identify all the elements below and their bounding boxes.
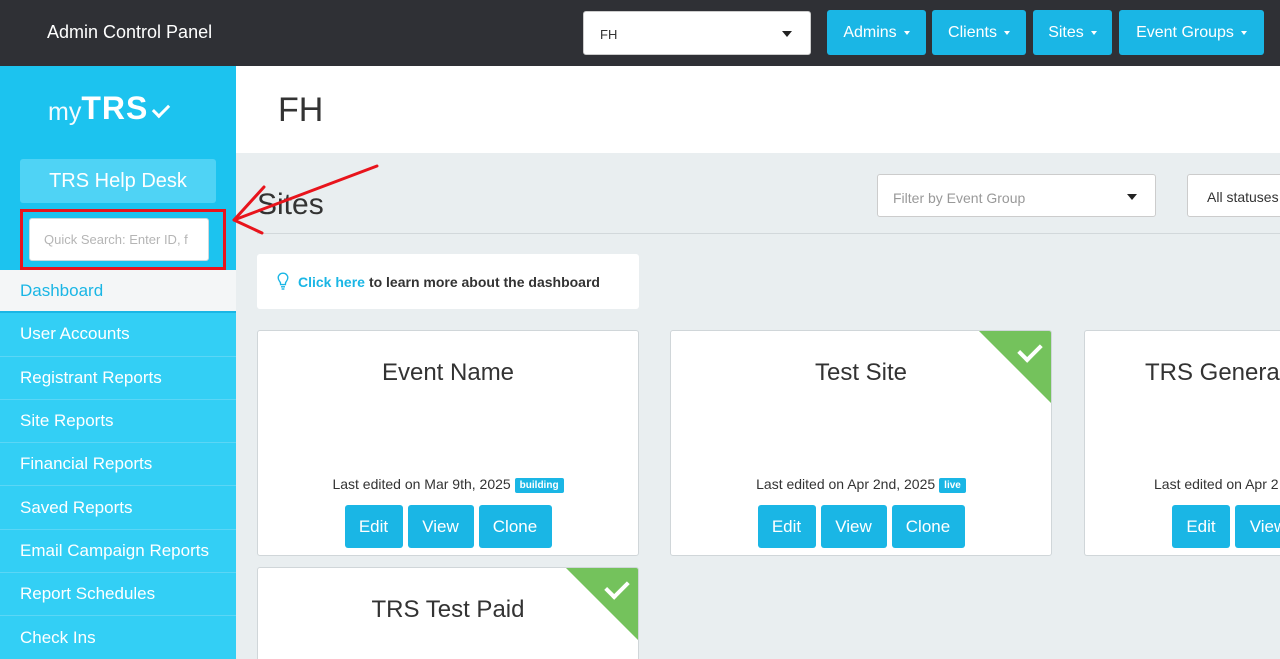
sidebar-item-report-schedules[interactable]: Report Schedules: [0, 573, 236, 617]
site-name: Event Name: [381, 359, 515, 386]
clone-button[interactable]: Clone: [478, 505, 552, 548]
caret-down-icon: [1003, 30, 1010, 35]
sites-menu-button[interactable]: Sites: [1033, 10, 1112, 55]
logo-my: my: [48, 98, 82, 126]
annotation-highlight-box: [20, 209, 226, 270]
last-edited: Last edited on Apr 2: [1154, 476, 1279, 492]
event-group-filter[interactable]: Filter by Event Group: [877, 174, 1156, 217]
click-here-link[interactable]: Click here: [298, 274, 365, 290]
admins-menu-button[interactable]: Admins: [827, 10, 926, 55]
top-bar: Admin Control Panel FH Admins Clients Si…: [0, 0, 1280, 66]
site-card: Event Name Last edited on Mar 9th, 2025 b…: [257, 330, 639, 556]
sidebar-menu: Dashboard User Accounts Registrant Repor…: [0, 270, 236, 659]
admins-label: Admins: [843, 23, 897, 41]
status-filter[interactable]: All statuses: [1187, 174, 1280, 217]
edit-button[interactable]: Edit: [1172, 505, 1230, 548]
help-desk-button[interactable]: TRS Help Desk: [20, 159, 216, 203]
clients-label: Clients: [948, 23, 997, 41]
mytrs-logo[interactable]: my TRS: [48, 90, 172, 127]
view-button[interactable]: View: [820, 505, 887, 548]
checkmark-icon: [150, 99, 172, 127]
site-card: TRS Test Paid: [257, 567, 639, 659]
edit-button[interactable]: Edit: [757, 505, 816, 548]
tip-text: to learn more about the dashboard: [368, 273, 600, 290]
sidebar-item-dashboard[interactable]: Dashboard: [0, 270, 236, 314]
event-groups-menu-button[interactable]: Event Groups: [1119, 10, 1264, 55]
chevron-down-icon: [782, 31, 792, 37]
dashboard-tip: Click here to learn more about the dashb…: [257, 254, 639, 309]
client-select-value: FH: [600, 27, 618, 42]
logo-trs: TRS: [81, 90, 149, 126]
last-edited: Last edited on Apr 2nd, 2025 live: [671, 476, 1051, 493]
site-name: TRS General: [1145, 359, 1280, 386]
event-groups-label: Event Groups: [1136, 23, 1234, 41]
last-edited-text: Last edited on Mar 9th, 2025: [332, 476, 511, 492]
last-edited-text: Last edited on Apr 2nd, 2025: [756, 476, 936, 492]
clients-menu-button[interactable]: Clients: [932, 10, 1026, 55]
sidebar-item-saved-reports[interactable]: Saved Reports: [0, 486, 236, 530]
sidebar-item-user-accounts[interactable]: User Accounts: [0, 313, 236, 357]
last-edited: Last edited on Mar 9th, 2025 building: [258, 476, 638, 493]
site-name: TRS Test Paid: [371, 596, 525, 623]
page-header: FH: [236, 66, 1280, 153]
client-select[interactable]: FH: [583, 11, 811, 55]
site-name: Test Site: [814, 359, 908, 386]
status-badge: live: [939, 478, 966, 493]
sidebar-item-check-ins[interactable]: Check Ins: [0, 616, 236, 659]
sidebar-item-registrant-reports[interactable]: Registrant Reports: [0, 356, 236, 400]
sidebar: myTRS TRS Help Desk Dashboard User Accou…: [0, 66, 236, 659]
status-badge: building: [514, 478, 564, 493]
sidebar-item-email-campaign-reports[interactable]: Email Campaign Reports: [0, 529, 236, 574]
caret-down-icon: [903, 30, 910, 35]
page-title: FH: [278, 91, 324, 129]
caret-down-icon: [1240, 30, 1247, 35]
view-button[interactable]: View: [407, 505, 474, 548]
divider: [257, 233, 1280, 234]
lightbulb-icon: [277, 272, 289, 290]
view-button[interactable]: View: [1235, 505, 1280, 548]
site-card: Test Site Last edited on Apr 2nd, 2025 li…: [670, 330, 1052, 556]
app-title: Admin Control Panel: [47, 22, 213, 42]
edit-button[interactable]: Edit: [344, 505, 403, 548]
sidebar-item-financial-reports[interactable]: Financial Reports: [0, 443, 236, 487]
sidebar-item-site-reports[interactable]: Site Reports: [0, 399, 236, 444]
clone-button[interactable]: Clone: [891, 505, 965, 548]
caret-down-icon: [1090, 30, 1097, 35]
site-card: TRS General Last edited on Apr 2 Edit Vi…: [1084, 330, 1280, 556]
annotation-arrow: [232, 164, 379, 235]
event-group-filter-placeholder: Filter by Event Group: [893, 190, 1026, 206]
sites-label: Sites: [1048, 23, 1084, 41]
quick-search-input[interactable]: [29, 218, 209, 261]
chevron-down-icon: [1127, 194, 1137, 200]
status-filter-value: All statuses: [1207, 189, 1279, 205]
